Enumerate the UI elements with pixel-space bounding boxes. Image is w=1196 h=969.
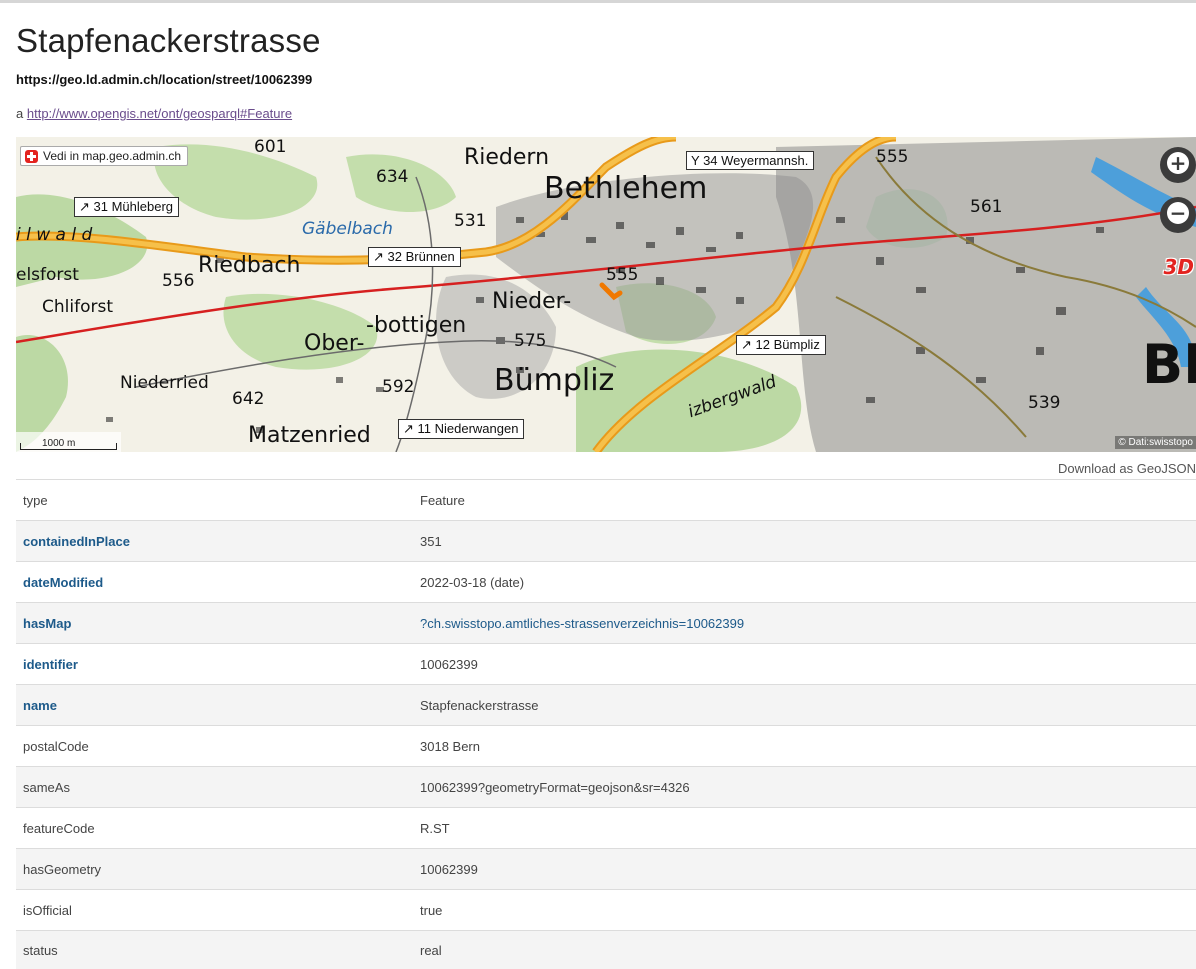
table-row: hasMap ?ch.swisstopo.amtliches-strassenv… (16, 602, 1196, 643)
property-value: real (420, 943, 442, 958)
download-geojson-link[interactable]: Download as GeoJSON (996, 461, 1196, 476)
property-key: isOfficial (23, 902, 72, 918)
swiss-cross-icon (25, 149, 38, 163)
map-height: 555 (606, 265, 639, 285)
map-exit-label: Y 34 Weyermannsh. (686, 151, 815, 170)
property-key: featureCode (23, 820, 95, 836)
property-value: 351 (420, 533, 442, 549)
zoom-out-button[interactable]: − (1160, 197, 1196, 233)
map-height: 531 (454, 211, 487, 231)
map-height: 592 (382, 377, 415, 397)
property-value: 3018 Bern (420, 738, 480, 754)
property-key: postalCode (23, 738, 89, 754)
map-label-buempliz: Bümpliz (494, 363, 615, 398)
map-scale: 1000 m (16, 432, 121, 452)
table-row: postalCode 3018 Bern (16, 725, 1196, 766)
table-row: status real (16, 930, 1196, 969)
map-label-ober: Ober- (304, 331, 365, 356)
table-row: hasGeometry 10062399 (16, 848, 1196, 889)
map-height: 642 (232, 389, 265, 409)
table-row: dateModified 2022-03-18 (date) (16, 561, 1196, 602)
map-label-nieder: Nieder- (492, 289, 572, 314)
properties-table: type Feature containedInPlace 351 dateMo… (16, 479, 1196, 969)
plus-icon: + (1167, 151, 1189, 174)
property-key[interactable]: hasMap (16, 616, 420, 631)
map-label-chliforst: Chliforst (42, 297, 113, 317)
map-exit-label: ↗ 32 Brünnen (368, 247, 461, 267)
map-label-matzenried: Matzenried (248, 423, 371, 448)
property-value-link[interactable]: ?ch.swisstopo.amtliches-strassenverzeich… (420, 616, 744, 631)
property-key: hasGeometry (23, 861, 102, 877)
type-prefix: a (16, 106, 24, 121)
map-label-bottigen: -bottigen (366, 313, 467, 338)
top-border (0, 0, 1196, 3)
map-height: 556 (162, 271, 195, 291)
property-key[interactable]: containedInPlace (16, 534, 420, 549)
property-value: 10062399 (420, 656, 478, 672)
map-label-niederried: Niederried (120, 373, 209, 393)
table-row: type Feature (16, 479, 1196, 520)
map-label-gaebelbach: Gäbelbach (302, 219, 393, 239)
zoom-in-button[interactable]: + (1160, 147, 1196, 183)
type-link[interactable]: http://www.opengis.net/ont/geosparql#Fea… (27, 106, 292, 121)
map-height: 555 (876, 147, 909, 167)
map-exit-label: ↗ 12 Bümpliz (736, 335, 826, 355)
map-height: 539 (1028, 393, 1061, 413)
map-label-riedbach: Riedbach (198, 253, 301, 278)
type-line: a http://www.opengis.net/ont/geosparql#F… (16, 106, 292, 121)
map-label-ilwald: i l w a l d (16, 225, 93, 245)
table-row: containedInPlace 351 (16, 520, 1196, 561)
property-key[interactable]: name (16, 698, 420, 713)
property-value: Feature (420, 492, 465, 508)
property-key: status (23, 943, 58, 958)
3d-view-button[interactable]: 3D (1163, 255, 1194, 279)
property-key: sameAs (23, 779, 70, 795)
property-value: true (420, 902, 443, 918)
map-label-riedern: Riedern (464, 145, 550, 170)
map-attribution: © Dati:swisstopo (1115, 436, 1196, 449)
property-value: Stapfenackerstrasse (420, 697, 539, 713)
map-height: 561 (970, 197, 1003, 217)
map-height: 634 (376, 167, 409, 187)
table-row: isOfficial true (16, 889, 1196, 930)
map-label-bethlehem: Bethlehem (544, 171, 708, 206)
open-in-geoadmin-link[interactable]: Vedi in map.geo.admin.ch (20, 146, 189, 166)
map-exit-label: ↗ 11 Niederwangen (398, 419, 525, 439)
table-row: sameAs 10062399?geometryFormat=geojson&s… (16, 766, 1196, 807)
table-row: featureCode R.ST (16, 807, 1196, 848)
property-value: 2022-03-18 (date) (420, 574, 525, 590)
map-view[interactable]: Riedern Bethlehem Riedbach Nieder- -bott… (16, 137, 1196, 452)
map-height: 601 (254, 137, 287, 157)
property-value: 10062399 (420, 861, 478, 877)
property-key: type (23, 492, 48, 508)
open-in-geoadmin-label: Vedi in map.geo.admin.ch (43, 149, 182, 163)
property-key[interactable]: dateModified (16, 575, 420, 590)
property-value: R.ST (420, 820, 450, 836)
map-label-elsforst: elsforst (16, 265, 79, 285)
page-title: Stapfenackerstrasse (16, 22, 321, 59)
map-height: 575 (514, 331, 547, 351)
resource-uri: https://geo.ld.admin.ch/location/street/… (16, 72, 313, 87)
minus-icon: − (1167, 201, 1189, 224)
table-row: identifier 10062399 (16, 643, 1196, 684)
property-value: 10062399?geometryFormat=geojson&sr=4326 (420, 779, 690, 795)
property-key[interactable]: identifier (16, 657, 420, 672)
table-row: name Stapfenackerstrasse (16, 684, 1196, 725)
map-exit-label: ↗ 31 Mühleberg (74, 197, 180, 217)
map-label-bern: BE (1142, 333, 1196, 396)
